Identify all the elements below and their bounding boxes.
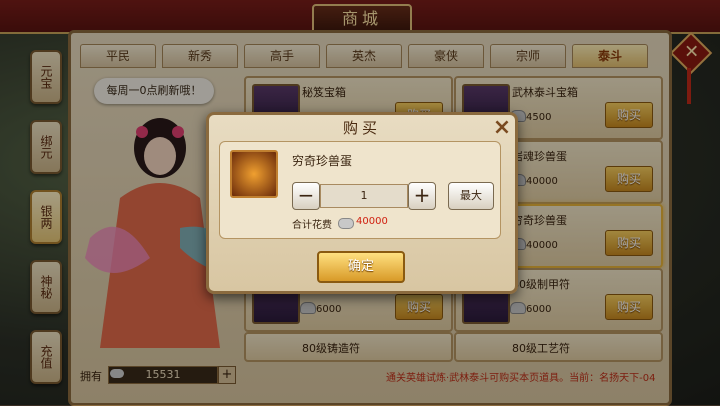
dialog-title: 购买 <box>342 119 381 137</box>
quantity-decrease-button[interactable]: − <box>292 182 320 210</box>
quantity-increase-button[interactable]: + <box>408 182 436 210</box>
total-cost-label: 合计花费 <box>292 220 332 231</box>
dialog-close-button[interactable]: × <box>491 117 513 139</box>
egg-item-icon <box>230 150 278 198</box>
purchase-dialog: 购买 × 穷奇珍兽蛋 − 1 + 最大 合计花费 40000 确定 <box>206 112 518 294</box>
silver-coin-icon <box>338 218 354 229</box>
quantity-input[interactable]: 1 <box>320 184 408 208</box>
dialog-item-name: 穷奇珍兽蛋 <box>292 154 353 168</box>
confirm-button[interactable]: 确定 <box>317 251 405 283</box>
max-quantity-button[interactable]: 最大 <box>448 182 494 210</box>
dialog-content: 穷奇珍兽蛋 − 1 + 最大 合计花费 40000 <box>219 141 501 239</box>
total-cost-value: 40000 <box>356 216 388 227</box>
